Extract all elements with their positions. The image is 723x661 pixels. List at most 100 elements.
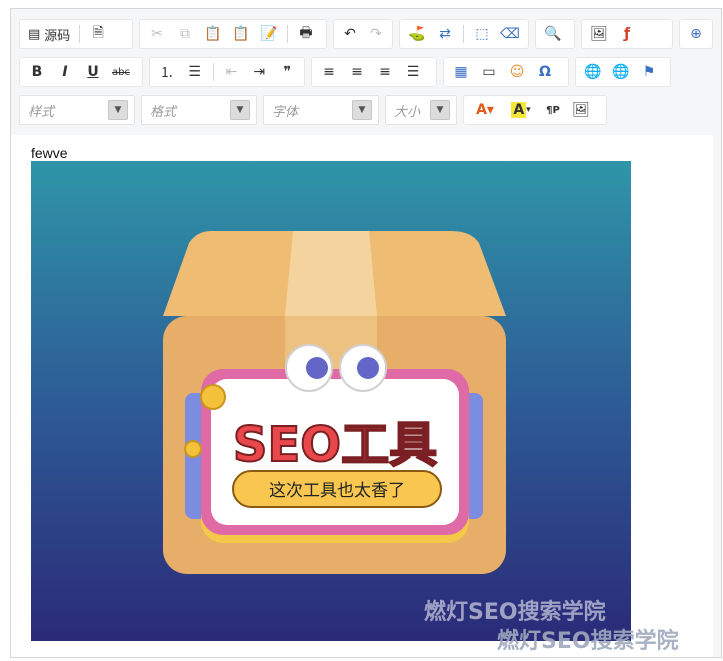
table-icon: ▦ (454, 64, 468, 80)
rich-text-editor: ▤ 源码 🗎 ✂ ⧉ 📋 📋 📝 🖶 ↶ ↷ ⛳ ⇄ ⬚ ⌫ 🔍 🖼 ƒ ⊕ B… (10, 8, 722, 658)
paste-word-button[interactable]: 📝 (256, 22, 282, 46)
align-left-icon: ≡ (323, 64, 335, 80)
table-button[interactable]: ▦ (448, 60, 474, 84)
align-left-button[interactable]: ≡ (316, 60, 342, 84)
cut-button[interactable]: ✂ (144, 22, 170, 46)
show-blocks-button[interactable]: ¶P (540, 98, 566, 122)
preview-icon: 🔍 (544, 26, 562, 42)
styles-placeholder: 样式 (28, 104, 55, 120)
strikethrough-icon: abc (112, 66, 130, 78)
smiley-button[interactable]: ☺ (504, 60, 530, 84)
blockquote-button[interactable]: ❞ (274, 60, 300, 84)
image-subtitle: 这次工具也太香了 (269, 481, 405, 501)
image-icon: 🖼 (590, 26, 608, 42)
toolbar-group-find: ⛳ ⇄ ⬚ ⌫ (399, 19, 529, 49)
omega-icon: Ω (539, 64, 551, 80)
watermark-overlay-text: 燃灯SEO搜索学院 (497, 629, 679, 654)
toolbar-group-preview: 🔍 (535, 19, 575, 49)
paste-button[interactable]: 📋 (200, 22, 226, 46)
toolbar-row-3: 样式 ▼ 格式 ▼ 字体 ▼ 大小 ▼ A▾ A ▾ ¶P 🖼 (19, 93, 607, 127)
background-color-button[interactable]: A ▾ (504, 98, 538, 122)
divider (79, 25, 81, 43)
chevron-down-icon: ▼ (230, 100, 250, 120)
toolbar-row-1: ▤ 源码 🗎 ✂ ⧉ 📋 📋 📝 🖶 ↶ ↷ ⛳ ⇄ ⬚ ⌫ 🔍 🖼 ƒ ⊕ (19, 17, 713, 51)
maximize-button[interactable]: ⊕ (684, 22, 708, 46)
source-label: 源码 (44, 28, 71, 44)
gallery-icon: 🖼 (572, 102, 590, 118)
special-char-button[interactable]: Ω (532, 60, 558, 84)
image-gallery-button[interactable]: 🖼 (568, 98, 594, 122)
format-combo[interactable]: 格式 ▼ (141, 95, 257, 125)
flag-icon: ⚑ (642, 64, 656, 80)
justify-icon: ☰ (406, 64, 420, 80)
underline-button[interactable]: U (80, 60, 106, 84)
find-button[interactable]: ⛳ (404, 22, 430, 46)
indent-button[interactable]: ⇥ (246, 60, 272, 84)
toolbar-group-document: ▤ 源码 🗎 (19, 19, 133, 49)
horizontal-rule-button[interactable]: ▭ (476, 60, 502, 84)
align-center-button[interactable]: ≡ (344, 60, 370, 84)
font-combo[interactable]: 字体 ▼ (263, 95, 379, 125)
anchor-button[interactable]: ⚑ (636, 60, 662, 84)
coin-icon (184, 440, 202, 458)
flash-icon: ƒ (623, 26, 631, 42)
seo-tool-illustration: SEO工具 这次工具也太香了 燃灯SEO搜索学院 (31, 161, 631, 641)
unlink-icon: 🌐 (612, 64, 630, 80)
maximize-icon: ⊕ (690, 26, 702, 42)
replace-button[interactable]: ⇄ (432, 22, 458, 46)
numbered-list-button[interactable]: ⒈ (154, 60, 180, 84)
redo-button[interactable]: ↷ (364, 22, 388, 46)
copy-button[interactable]: ⧉ (172, 22, 198, 46)
horizontal-rule-icon: ▭ (482, 64, 496, 80)
quote-icon: ❞ (283, 64, 291, 80)
toolbar-group-align: ≡ ≡ ≡ ☰ (311, 57, 437, 87)
copy-icon: ⧉ (180, 26, 190, 42)
inserted-image[interactable]: SEO工具 这次工具也太香了 燃灯SEO搜索学院 (31, 161, 631, 641)
print-button[interactable]: 🖶 (293, 22, 319, 46)
divider (463, 25, 464, 43)
smiley-icon: ☺ (509, 64, 525, 80)
bold-button[interactable]: B (24, 60, 50, 84)
outdent-button[interactable]: ⇤ (219, 60, 245, 84)
templates-button[interactable]: 🗎 (85, 22, 111, 46)
text-color-button[interactable]: A▾ (468, 98, 502, 122)
italic-icon: I (62, 64, 68, 80)
size-combo[interactable]: 大小 ▼ (385, 95, 457, 125)
undo-button[interactable]: ↶ (338, 22, 362, 46)
toolbar-group-links: 🌐 🌐 ⚑ (575, 57, 671, 87)
source-button[interactable]: ▤ 源码 (24, 22, 74, 46)
outdent-icon: ⇤ (225, 64, 238, 80)
image-button[interactable]: 🖼 (586, 22, 612, 46)
toolbar-group-paragraph: ⒈ ☰ ⇤ ⇥ ❞ (149, 57, 305, 87)
highlight-icon: A (511, 102, 527, 118)
divider (212, 63, 214, 81)
align-right-button[interactable]: ≡ (372, 60, 398, 84)
strikethrough-button[interactable]: abc (108, 60, 134, 84)
styles-combo[interactable]: 样式 ▼ (19, 95, 135, 125)
indent-icon: ⇥ (253, 64, 266, 80)
unlink-button[interactable]: 🌐 (608, 60, 634, 84)
justify-button[interactable]: ☰ (400, 60, 426, 84)
bulleted-list-button[interactable]: ☰ (182, 60, 208, 84)
remove-format-button[interactable]: ⌫ (497, 22, 523, 46)
paragraph-mark-icon: ¶P (546, 104, 560, 116)
redo-icon: ↷ (370, 26, 382, 42)
select-all-button[interactable]: ⬚ (469, 22, 495, 46)
preview-button[interactable]: 🔍 (540, 22, 566, 46)
link-button[interactable]: 🌐 (580, 60, 606, 84)
toolbar-group-maximize: ⊕ (679, 19, 713, 49)
numbered-list-icon: ⒈ (159, 65, 174, 81)
bold-icon: B (31, 64, 43, 80)
bulleted-list-icon: ☰ (188, 64, 201, 80)
clipboard-icon: 📋 (204, 26, 222, 42)
paste-word-icon: 📝 (260, 26, 278, 42)
vertical-scrollbar[interactable] (713, 135, 721, 657)
paste-text-button[interactable]: 📋 (228, 22, 254, 46)
editor-content[interactable]: fewve SEO工具 这次工具也太香了 燃灯SEO搜索学院 燃灯SEO搜索学院 (11, 135, 721, 657)
flash-button[interactable]: ƒ (614, 22, 640, 46)
font-placeholder: 字体 (272, 104, 299, 120)
italic-button[interactable]: I (52, 60, 78, 84)
align-right-icon: ≡ (379, 64, 391, 80)
eraser-icon: ⌫ (500, 26, 520, 42)
size-placeholder: 大小 (394, 104, 421, 120)
